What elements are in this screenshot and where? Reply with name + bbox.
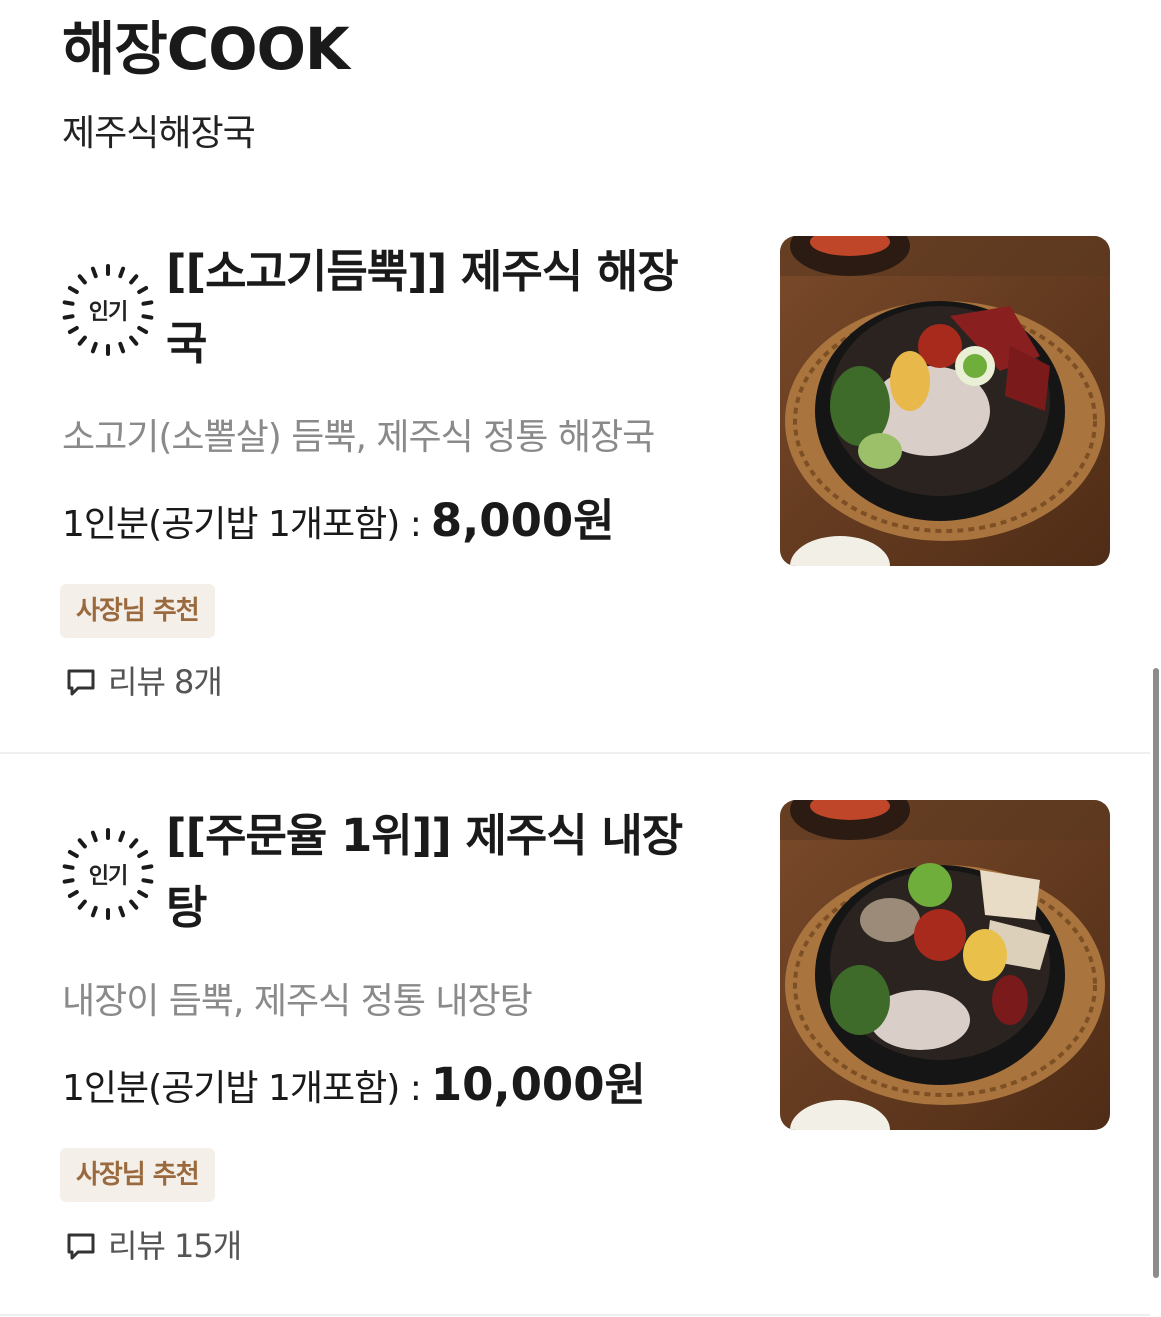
scrollbar[interactable] [1153, 668, 1159, 1278]
recommend-tag: 사장님 추천 [60, 584, 215, 638]
review-count-label: 리뷰 8개 [108, 663, 223, 701]
review-count[interactable]: 리뷰 8개 [64, 662, 223, 702]
shop-title: 해장COOK [62, 15, 350, 83]
shop-subtitle: 제주식해장국 [62, 113, 256, 154]
menu-divider [0, 1314, 1150, 1316]
menu-item-title-line1: [[소고기듬뿍]] 제주식 해장 [166, 245, 679, 298]
review-count[interactable]: 리뷰 15개 [64, 1226, 242, 1266]
menu-item-title-line2: 국 [166, 317, 207, 370]
shop-header: 해장COOK [62, 14, 350, 84]
menu-item-title-line1: [[주문율 1위]] 제주식 내장 [166, 809, 683, 862]
popular-badge-label: 인기 [88, 300, 128, 325]
menu-item-image[interactable] [780, 236, 1110, 566]
menu-item-description: 소고기(소뽈살) 듬뿍, 제주식 정통 해장국 [62, 417, 655, 458]
price-amount: 8,000원 [430, 494, 615, 547]
speech-bubble-icon [67, 669, 95, 696]
menu-item-title[interactable]: [[소고기듬뿍]] 제주식 해장 국 [166, 236, 766, 380]
menu-item-title-line2: 탕 [166, 881, 207, 934]
price-label: 1인분(공기밥 1개포함) : [62, 1068, 422, 1109]
review-count-label: 리뷰 15개 [108, 1227, 242, 1265]
recommend-tag: 사장님 추천 [60, 1148, 215, 1202]
speech-bubble-icon [67, 1233, 95, 1260]
popular-badge: 인기 [60, 262, 156, 358]
beef-haejangguk-photo-icon [780, 236, 1110, 566]
price-amount: 10,000원 [430, 1058, 646, 1111]
menu-item-image[interactable] [780, 800, 1110, 1130]
menu-item-price-row: 1인분(공기밥 1개포함) :10,000원 [62, 1058, 646, 1116]
popular-badge: 인기 [60, 826, 156, 922]
popular-badge-label: 인기 [88, 864, 128, 889]
menu-item-title[interactable]: [[주문율 1위]] 제주식 내장 탕 [166, 800, 766, 944]
naejangtang-photo-icon [780, 800, 1110, 1130]
menu-item-price-row: 1인분(공기밥 1개포함) :8,000원 [62, 494, 615, 552]
menu-item[interactable]: 인기 [[소고기듬뿍]] 제주식 해장 국 소고기(소뽈살) 듬뿍, 제주식 정… [0, 234, 1150, 752]
menu-item-description: 내장이 듬뿍, 제주식 정통 내장탕 [62, 981, 533, 1022]
price-label: 1인분(공기밥 1개포함) : [62, 504, 422, 545]
menu-item[interactable]: 인기 [[주문율 1위]] 제주식 내장 탕 내장이 듬뿍, 제주식 정통 내장… [0, 754, 1150, 1314]
